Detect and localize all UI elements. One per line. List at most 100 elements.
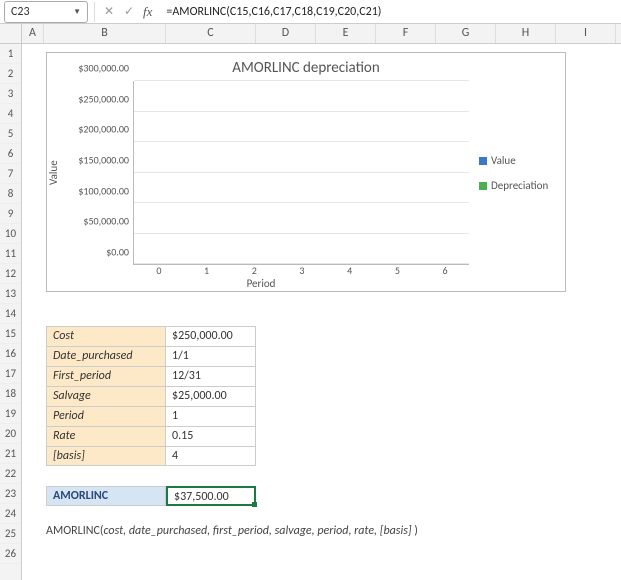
result-row: AMORLINC $37,500.00 bbox=[46, 486, 256, 506]
signature-close: ) bbox=[414, 524, 418, 538]
row-header-22[interactable]: 22 bbox=[0, 464, 21, 484]
row-header-12[interactable]: 12 bbox=[0, 264, 21, 284]
row-header-8[interactable]: 8 bbox=[0, 184, 21, 204]
row-header-9[interactable]: 9 bbox=[0, 204, 21, 224]
table-row: Rate0.15 bbox=[46, 426, 256, 446]
chart-ylabel: Value bbox=[47, 81, 63, 265]
table-row: First_period12/31 bbox=[46, 366, 256, 386]
formula-buttons: ✕ ✓ fx bbox=[97, 4, 160, 20]
confirm-icon[interactable]: ✓ bbox=[121, 4, 137, 19]
chart-xlabel: Period bbox=[47, 277, 475, 290]
grid: 1234567891011121314151617181920212223242… bbox=[0, 44, 621, 580]
chart-legend: Value Depreciation bbox=[475, 81, 565, 265]
name-box[interactable]: C23 ▼ bbox=[4, 1, 88, 23]
col-header-B[interactable]: B bbox=[44, 24, 166, 43]
row-header-26[interactable]: 26 bbox=[0, 544, 21, 564]
xtick: 3 bbox=[278, 264, 326, 277]
row-header-11[interactable]: 11 bbox=[0, 244, 21, 264]
col-header-A[interactable]: A bbox=[22, 24, 44, 43]
row-header-21[interactable]: 21 bbox=[0, 444, 21, 464]
table-row: Salvage$25,000.00 bbox=[46, 386, 256, 406]
gridline bbox=[134, 80, 469, 81]
row-header-16[interactable]: 16 bbox=[0, 344, 21, 364]
gridline bbox=[134, 172, 469, 173]
ytick: $250,000.00 bbox=[78, 92, 129, 105]
legend-label: Depreciation bbox=[491, 179, 548, 192]
col-header-D[interactable]: D bbox=[256, 24, 316, 43]
divider bbox=[94, 2, 95, 22]
input-label[interactable]: Rate bbox=[46, 426, 166, 446]
input-value[interactable]: 1/1 bbox=[166, 346, 256, 366]
chart[interactable]: AMORLINC depreciation Value $0.00$50,000… bbox=[46, 52, 566, 292]
row-header-25[interactable]: 25 bbox=[0, 524, 21, 544]
col-header-F[interactable]: F bbox=[376, 24, 436, 43]
ytick: $0.00 bbox=[106, 246, 129, 259]
formula-bar: C23 ▼ ✕ ✓ fx =AMORLINC(C15,C16,C17,C18,C… bbox=[0, 0, 621, 24]
table-row: Date_purchased1/1 bbox=[46, 346, 256, 366]
row-header-23[interactable]: 23 bbox=[0, 484, 21, 504]
row-header-24[interactable]: 24 bbox=[0, 504, 21, 524]
table-row: Period1 bbox=[46, 406, 256, 426]
input-value[interactable]: 0.15 bbox=[166, 426, 256, 446]
formula-input[interactable]: =AMORLINC(C15,C16,C17,C18,C19,C20,C21) bbox=[160, 0, 621, 23]
xtick: 4 bbox=[326, 264, 374, 277]
xtick: 1 bbox=[183, 264, 231, 277]
xtick: 6 bbox=[421, 264, 469, 277]
xtick: 2 bbox=[230, 264, 278, 277]
input-label[interactable]: Period bbox=[46, 406, 166, 426]
row-header-20[interactable]: 20 bbox=[0, 424, 21, 444]
row-header-14[interactable]: 14 bbox=[0, 304, 21, 324]
input-label[interactable]: [basis] bbox=[46, 446, 166, 466]
chevron-down-icon[interactable]: ▼ bbox=[73, 7, 81, 17]
chart-yticks: $0.00$50,000.00$100,000.00$150,000.00$20… bbox=[63, 81, 133, 265]
legend-item-depreciation: Depreciation bbox=[479, 179, 565, 192]
col-header-E[interactable]: E bbox=[316, 24, 376, 43]
fill-handle[interactable] bbox=[252, 502, 257, 507]
row-header-10[interactable]: 10 bbox=[0, 224, 21, 244]
signature-args: cost, date_purchased, first_period, salv… bbox=[104, 524, 415, 538]
formula-text: =AMORLINC(C15,C16,C17,C18,C19,C20,C21) bbox=[166, 5, 381, 19]
input-label[interactable]: First_period bbox=[46, 366, 166, 386]
input-value[interactable]: 12/31 bbox=[166, 366, 256, 386]
col-header-G[interactable]: G bbox=[436, 24, 496, 43]
input-value[interactable]: $25,000.00 bbox=[166, 386, 256, 406]
cells-area[interactable]: AMORLINC depreciation Value $0.00$50,000… bbox=[22, 44, 621, 580]
input-label[interactable]: Salvage bbox=[46, 386, 166, 406]
row-headers: 1234567891011121314151617181920212223242… bbox=[0, 44, 22, 580]
row-header-3[interactable]: 3 bbox=[0, 84, 21, 104]
row-header-13[interactable]: 13 bbox=[0, 284, 21, 304]
input-label[interactable]: Cost bbox=[46, 326, 166, 346]
col-header-H[interactable]: H bbox=[496, 24, 556, 43]
row-header-15[interactable]: 15 bbox=[0, 324, 21, 344]
fx-icon[interactable]: fx bbox=[141, 4, 156, 20]
row-header-19[interactable]: 19 bbox=[0, 404, 21, 424]
row-header-6[interactable]: 6 bbox=[0, 144, 21, 164]
active-cell[interactable]: $37,500.00 bbox=[166, 486, 256, 506]
ytick: $300,000.00 bbox=[78, 62, 129, 75]
col-header-I[interactable]: I bbox=[556, 24, 616, 43]
chart-plot bbox=[133, 81, 469, 265]
legend-item-value: Value bbox=[479, 154, 565, 167]
input-label[interactable]: Date_purchased bbox=[46, 346, 166, 366]
row-header-17[interactable]: 17 bbox=[0, 364, 21, 384]
select-all-corner[interactable] bbox=[0, 24, 22, 43]
gridline bbox=[134, 202, 469, 203]
ytick: $100,000.00 bbox=[78, 184, 129, 197]
row-header-5[interactable]: 5 bbox=[0, 124, 21, 144]
chart-body: Value $0.00$50,000.00$100,000.00$150,000… bbox=[47, 81, 565, 265]
row-header-7[interactable]: 7 bbox=[0, 164, 21, 184]
name-box-value: C23 bbox=[11, 5, 30, 19]
input-value[interactable]: $250,000.00 bbox=[166, 326, 256, 346]
row-header-18[interactable]: 18 bbox=[0, 384, 21, 404]
result-label[interactable]: AMORLINC bbox=[46, 486, 166, 506]
row-header-1[interactable]: 1 bbox=[0, 44, 21, 64]
input-value[interactable]: 1 bbox=[166, 406, 256, 426]
xtick: 0 bbox=[135, 264, 183, 277]
col-header-C[interactable]: C bbox=[166, 24, 256, 43]
input-value[interactable]: 4 bbox=[166, 446, 256, 466]
row-header-2[interactable]: 2 bbox=[0, 64, 21, 84]
cancel-icon[interactable]: ✕ bbox=[101, 4, 117, 19]
gridline bbox=[134, 141, 469, 142]
gridline bbox=[134, 111, 469, 112]
row-header-4[interactable]: 4 bbox=[0, 104, 21, 124]
